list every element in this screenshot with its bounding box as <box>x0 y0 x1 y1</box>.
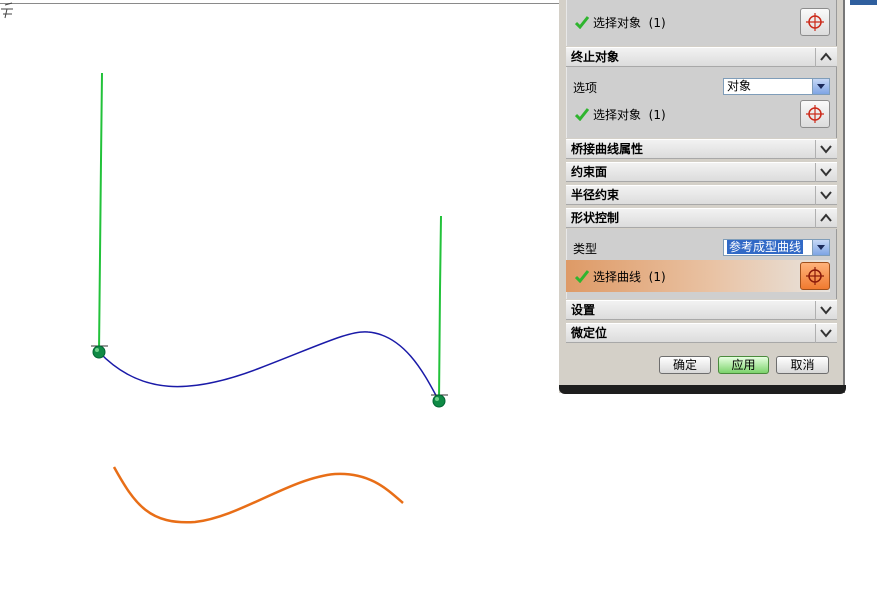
check-icon <box>575 270 589 283</box>
select-object-button[interactable] <box>800 8 830 36</box>
section-shape-control[interactable]: 形状控制 <box>566 208 837 228</box>
option-label: 选项 <box>573 81 598 95</box>
target-icon <box>806 267 824 285</box>
section-title: 设置 <box>571 303 596 317</box>
section-title: 桥接曲线属性 <box>571 142 644 156</box>
chevron-down-icon[interactable] <box>815 324 837 343</box>
target-icon <box>806 13 824 31</box>
option-select-value: 对象 <box>727 79 752 93</box>
start-point-marker[interactable] <box>91 345 108 359</box>
graphics-viewport[interactable] <box>0 0 560 595</box>
end-point-marker[interactable] <box>431 394 448 408</box>
section-title: 终止对象 <box>571 50 620 64</box>
window-edge <box>850 0 877 5</box>
left-guide-line[interactable] <box>98 72 103 353</box>
chevron-down-icon[interactable] <box>812 240 829 255</box>
option-select[interactable]: 对象 <box>723 78 830 95</box>
select-curve-label: 选择曲线 <box>593 270 642 284</box>
section-radius-constraint[interactable]: 半径约束 <box>566 185 837 205</box>
select-object-row[interactable]: 选择对象 (1) <box>575 106 666 123</box>
select-object-label: 选择对象 <box>593 108 642 122</box>
section-title: 半径约束 <box>571 188 620 202</box>
bridge-curve-dialog: 终止对象 桥接曲线属性 约束面 半径约束 形状控制 设置 微定位 <box>559 0 845 393</box>
section-constraint-faces[interactable]: 约束面 <box>566 162 837 182</box>
target-icon <box>806 105 824 123</box>
chevron-down-icon[interactable] <box>812 79 829 94</box>
select-object-label: 选择对象 <box>593 16 642 30</box>
chevron-down-icon[interactable] <box>815 301 837 320</box>
selection-count: (1) <box>648 108 666 122</box>
section-end-object[interactable]: 终止对象 <box>566 47 837 67</box>
chevron-down-icon[interactable] <box>815 163 837 182</box>
section-title: 约束面 <box>571 165 608 179</box>
ok-button[interactable]: 确定 <box>659 356 711 374</box>
chevron-down-icon[interactable] <box>815 140 837 159</box>
type-select[interactable]: 参考成型曲线 <box>723 239 830 256</box>
check-icon <box>575 16 589 29</box>
right-guide-line[interactable] <box>438 215 442 402</box>
select-curve-button[interactable] <box>800 262 830 290</box>
select-curve-row[interactable]: 选择曲线 (1) <box>575 268 666 285</box>
type-select-value: 参考成型曲线 <box>727 240 804 254</box>
selection-count: (1) <box>648 16 666 30</box>
bridge-curve[interactable] <box>98 331 440 402</box>
cancel-button[interactable]: 取消 <box>776 356 829 374</box>
section-bridge-properties[interactable]: 桥接曲线属性 <box>566 139 837 159</box>
reference-curve[interactable] <box>112 466 404 524</box>
section-title: 微定位 <box>571 326 608 340</box>
select-object-row[interactable]: 选择对象 (1) <box>575 14 666 31</box>
section-settings[interactable]: 设置 <box>566 300 837 320</box>
type-label: 类型 <box>573 242 598 256</box>
apply-button[interactable]: 应用 <box>718 356 769 374</box>
section-fine-position[interactable]: 微定位 <box>566 323 837 343</box>
check-icon <box>575 108 589 121</box>
dialog-bottom-edge <box>559 385 846 394</box>
selection-count: (1) <box>648 270 666 284</box>
chevron-down-icon[interactable] <box>815 186 837 205</box>
select-object-button[interactable] <box>800 100 830 128</box>
chevron-up-icon[interactable] <box>815 209 837 228</box>
chevron-up-icon[interactable] <box>815 48 837 67</box>
section-title: 形状控制 <box>571 211 620 225</box>
